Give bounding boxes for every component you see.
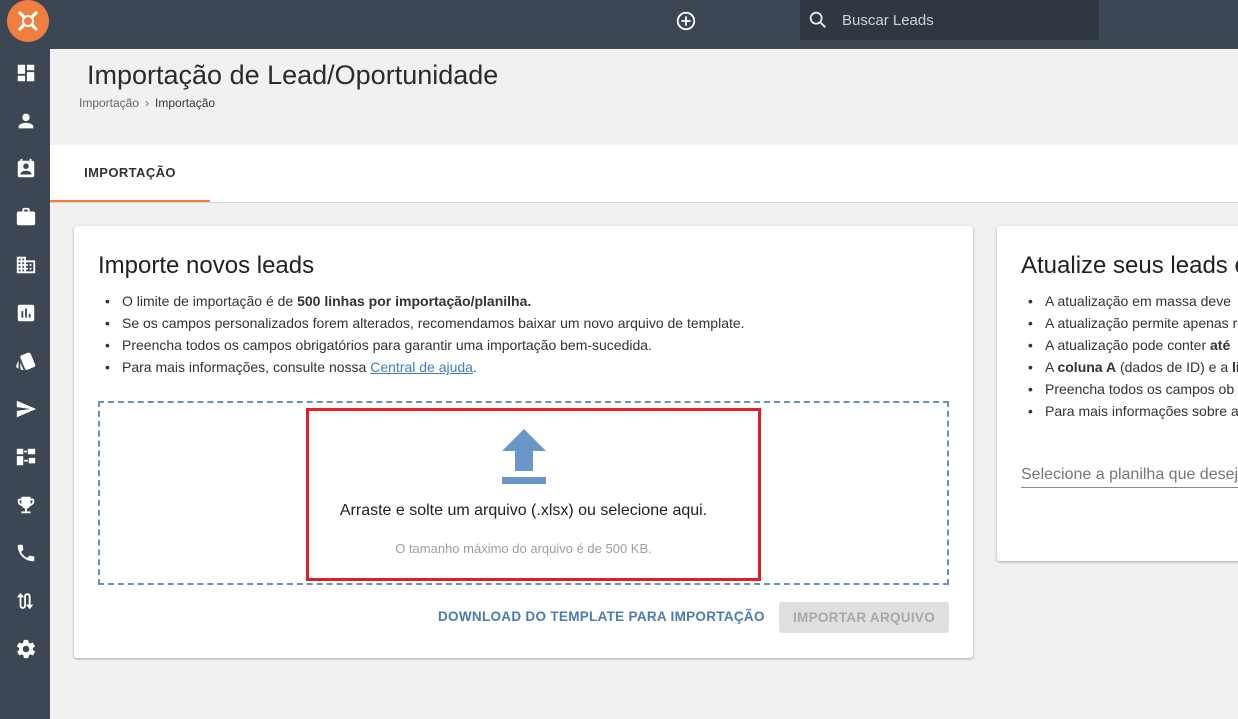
import-card: Importe novos leads O limite de importaç… bbox=[74, 226, 973, 658]
hierarchy-icon bbox=[16, 448, 36, 466]
spreadsheet-select[interactable]: Selecione a planilha que desej bbox=[1021, 466, 1238, 488]
top-bar bbox=[50, 0, 1238, 49]
sidebar bbox=[0, 0, 50, 719]
tab-bar: IMPORTAÇÃO bbox=[50, 145, 1238, 203]
sidebar-item-deals[interactable] bbox=[15, 206, 37, 228]
gear-icon bbox=[16, 639, 36, 659]
sidebar-item-dashboard[interactable] bbox=[15, 62, 37, 84]
update-info-list: A atualização em massa deve A atualizaçã… bbox=[1021, 292, 1238, 424]
briefcase-icon bbox=[16, 207, 36, 226]
list-item: Para mais informações sobre a bbox=[1021, 402, 1238, 424]
dashboard-icon bbox=[17, 64, 35, 82]
import-file-button[interactable]: IMPORTAR ARQUIVO bbox=[779, 602, 949, 633]
list-item: O limite de importação é de 500 linhas p… bbox=[98, 292, 745, 314]
contact-card-icon bbox=[17, 158, 35, 178]
bullet-text: Para mais informações, consulte nossa bbox=[122, 359, 371, 375]
phone-icon bbox=[17, 544, 35, 562]
list-item: A atualização pode conter até bbox=[1021, 336, 1238, 358]
breadcrumb-item-root[interactable]: Importação bbox=[79, 96, 139, 110]
breadcrumb-item-current: Importação bbox=[155, 96, 216, 110]
file-dropzone[interactable]: Arraste e solte um arquivo (.xlsx) ou se… bbox=[98, 401, 949, 585]
bullet-bold-text: li bbox=[1232, 359, 1238, 375]
report-chart-icon bbox=[17, 304, 35, 322]
tab-importacao[interactable]: IMPORTAÇÃO bbox=[50, 145, 210, 202]
list-item: A coluna A (dados de ID) e a li bbox=[1021, 358, 1238, 380]
search-bar bbox=[800, 0, 1099, 40]
import-card-title: Importe novos leads bbox=[98, 252, 315, 279]
list-item: A atualização permite apenas r bbox=[1021, 314, 1238, 336]
chevron-right-icon: › bbox=[145, 96, 150, 110]
upload-icon bbox=[502, 429, 546, 484]
bullet-text: O limite de importação é de bbox=[122, 293, 298, 309]
dropzone-text: Arraste e solte um arquivo (.xlsx) ou se… bbox=[339, 502, 708, 519]
app-logo[interactable] bbox=[7, 0, 49, 42]
bullet-text: (dados de ID) e a bbox=[1116, 359, 1233, 375]
search-icon[interactable] bbox=[807, 9, 829, 31]
breadcrumb: Importação › Importação bbox=[79, 96, 215, 110]
sidebar-item-settings[interactable] bbox=[15, 638, 37, 660]
sidebar-item-contacts[interactable] bbox=[15, 158, 37, 180]
logo-icon bbox=[18, 11, 38, 31]
update-card-title: Atualize seus leads e bbox=[1021, 252, 1238, 279]
send-icon bbox=[16, 400, 37, 418]
person-icon bbox=[18, 113, 34, 129]
list-item: Preencha todos os campos obrigatórios pa… bbox=[98, 336, 745, 358]
import-info-list: O limite de importação é de 500 linhas p… bbox=[98, 292, 745, 380]
bullet-text: A bbox=[1045, 359, 1058, 375]
download-template-button[interactable]: DOWNLOAD DO TEMPLATE PARA IMPORTAÇÃO bbox=[438, 609, 765, 624]
bullet-text: . bbox=[472, 359, 477, 375]
building-icon bbox=[16, 256, 36, 274]
sidebar-item-people[interactable] bbox=[15, 110, 37, 132]
bullet-bold-text: até bbox=[1210, 337, 1231, 353]
tags-icon bbox=[16, 352, 36, 370]
add-circle-icon bbox=[676, 11, 696, 31]
dropzone-size-hint: O tamanho máximo do arquivo é de 500 KB. bbox=[395, 541, 652, 556]
list-item: Preencha todos os campos ob bbox=[1021, 380, 1238, 402]
search-input[interactable] bbox=[842, 11, 1082, 29]
sidebar-item-calls[interactable] bbox=[15, 542, 37, 564]
list-item: A atualização em massa deve bbox=[1021, 292, 1238, 314]
help-center-link[interactable]: Central de ajuda bbox=[370, 359, 473, 375]
sidebar-item-integrations[interactable] bbox=[15, 590, 37, 612]
sidebar-item-goals[interactable] bbox=[15, 494, 37, 516]
add-button[interactable] bbox=[675, 10, 697, 32]
sidebar-item-companies[interactable] bbox=[15, 254, 37, 276]
sidebar-item-tags[interactable] bbox=[15, 350, 37, 372]
swap-arrows-icon bbox=[16, 592, 34, 610]
sidebar-item-campaigns[interactable] bbox=[15, 398, 37, 420]
trophy-icon bbox=[17, 496, 35, 514]
sidebar-item-reports[interactable] bbox=[15, 302, 37, 324]
update-card: Atualize seus leads e A atualização em m… bbox=[997, 226, 1238, 561]
bullet-bold-text: coluna A bbox=[1057, 359, 1117, 375]
sidebar-item-pipelines[interactable] bbox=[15, 446, 37, 468]
list-item: Para mais informações, consulte nossa Ce… bbox=[98, 358, 745, 380]
list-item: Se os campos personalizados forem altera… bbox=[98, 314, 745, 336]
bullet-bold-text: 500 linhas por importação/planilha. bbox=[297, 293, 532, 309]
bullet-text: A atualização pode conter bbox=[1045, 337, 1211, 353]
page-title: Importação de Lead/Oportunidade bbox=[87, 60, 499, 90]
